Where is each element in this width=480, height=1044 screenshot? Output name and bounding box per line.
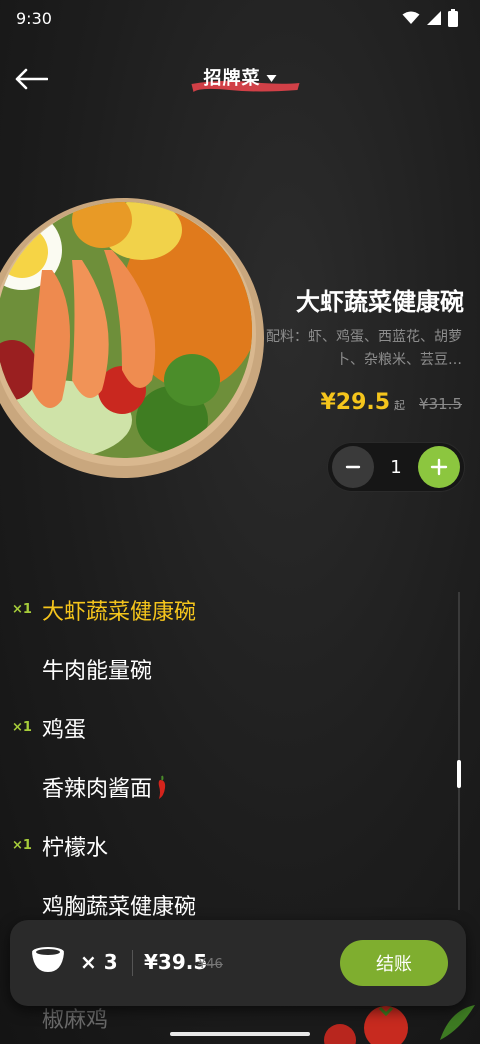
menu-item-label: 牛肉能量碗 <box>42 653 152 685</box>
back-button[interactable] <box>12 62 50 96</box>
home-indicator[interactable] <box>170 1032 310 1036</box>
bowl-icon[interactable] <box>30 946 66 974</box>
menu-item[interactable]: ×1 鸡蛋 <box>0 698 440 757</box>
menu-item-text: 大虾蔬菜健康碗 <box>42 599 197 625</box>
menu-item-label: 柠檬水 <box>42 830 108 862</box>
category-dropdown[interactable]: 招牌菜 <box>191 64 300 92</box>
menu-item-text: 鸡蛋 <box>42 717 87 743</box>
menu-item-label: 鸡胸蔬菜健康碗 <box>42 889 196 921</box>
checkout-button[interactable]: 结账 <box>340 940 448 986</box>
quantity-stepper: 1 <box>328 443 464 491</box>
item-count-badge: ×1 <box>12 602 32 617</box>
menu-item[interactable]: 香辣肉酱面 <box>0 757 440 816</box>
back-arrow-icon <box>15 68 48 90</box>
status-icons <box>402 9 458 27</box>
item-count-badge: ×1 <box>12 838 32 853</box>
wifi-icon <box>402 11 420 24</box>
scrollbar-track[interactable] <box>458 592 460 910</box>
menu-item-text: 鸡胸蔬菜健康碗 <box>42 894 197 920</box>
page-title: 招牌菜 <box>203 68 261 89</box>
plus-icon <box>430 458 448 476</box>
cart-original-price: ¥46 <box>198 957 223 972</box>
cart-item-count: × 3 <box>80 950 118 974</box>
signal-icon <box>427 11 441 25</box>
menu-item[interactable]: ×1 大虾蔬菜健康碗 <box>0 580 440 639</box>
status-time: 9:30 <box>16 8 52 28</box>
menu-item[interactable]: 牛肉能量碗 <box>0 639 440 698</box>
menu-item-text: 柠檬水 <box>42 835 109 861</box>
menu-item-partial[interactable]: 椒麻鸡 <box>42 1002 108 1034</box>
featured-dish-name: 大虾蔬菜健康碗 <box>296 288 464 316</box>
cart-divider <box>132 950 133 976</box>
dish-image <box>0 198 264 478</box>
price-row: ¥29.5 起 ¥31.5 <box>320 390 462 415</box>
menu-item-label: 大虾蔬菜健康碗 <box>42 594 196 626</box>
scrollbar-thumb[interactable] <box>457 760 461 788</box>
chili-pepper-icon <box>158 775 166 799</box>
cart-bar: × 3 ¥39.5 ¥46 结账 <box>10 920 466 1006</box>
menu-item-label: 香辣肉酱面 <box>42 771 168 803</box>
caret-down-icon <box>266 75 277 82</box>
menu-item-text: 香辣肉酱面 <box>42 776 153 802</box>
original-price: ¥31.5 <box>419 395 462 413</box>
battery-icon <box>448 9 458 27</box>
minus-icon <box>345 465 361 469</box>
menu-list: ×1 大虾蔬菜健康碗 牛肉能量碗 ×1 鸡蛋 香辣肉酱面 ×1 柠檬水 鸡胸蔬菜… <box>0 580 440 934</box>
item-count-badge: ×1 <box>12 720 32 735</box>
current-price: ¥29.5 <box>320 390 391 415</box>
vegetable-decoration <box>324 1005 475 1044</box>
menu-item[interactable]: ×1 柠檬水 <box>0 816 440 875</box>
price-suffix: 起 <box>394 399 406 412</box>
menu-item-label: 鸡蛋 <box>42 712 86 744</box>
menu-item-text: 牛肉能量碗 <box>42 658 153 684</box>
header: 招牌菜 <box>0 56 480 104</box>
quantity-value: 1 <box>390 456 402 478</box>
status-bar: 9:30 <box>0 0 480 36</box>
decrease-button[interactable] <box>332 446 374 488</box>
featured-dish-ingredients: 配料：虾、鸡蛋、西蓝花、胡萝卜、杂粮米、芸豆… <box>266 329 462 368</box>
increase-button[interactable] <box>417 446 460 488</box>
